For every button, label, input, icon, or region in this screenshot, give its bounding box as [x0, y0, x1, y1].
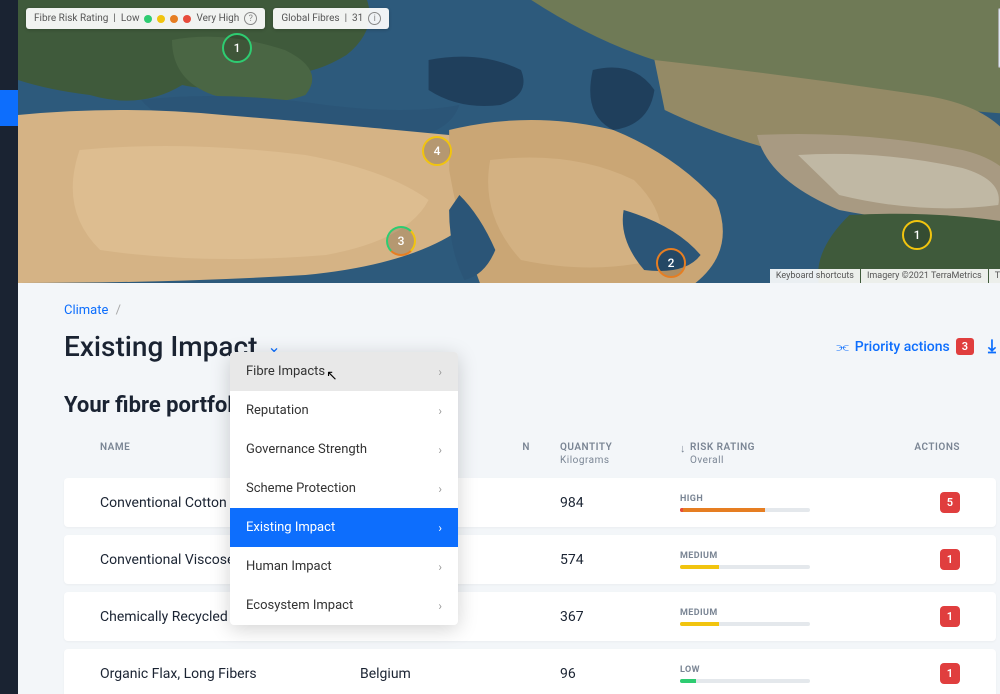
risk-label: MEDIUM	[680, 608, 860, 618]
legend-dot-orange	[170, 15, 178, 23]
download-icon[interactable]: ⤓	[988, 336, 996, 357]
legend-dot-green	[144, 15, 152, 23]
impact-dropdown[interactable]: Fibre Impacts›Reputation›Governance Stre…	[230, 352, 458, 625]
chevron-right-icon: ›	[438, 521, 442, 535]
chevron-right-icon: ›	[438, 404, 442, 418]
dropdown-item-label: Scheme Protection	[246, 481, 356, 496]
cell-actions: 1	[860, 606, 960, 627]
dropdown-item[interactable]: Governance Strength ›	[230, 430, 458, 469]
dropdown-item-label: Governance Strength	[246, 442, 367, 457]
spark-icon: ⫘	[836, 339, 849, 355]
table-header: NAME N QUANTITY Kilograms ↓ RISK RATING …	[64, 442, 996, 478]
dropdown-item[interactable]: Reputation ›	[230, 391, 458, 430]
info-icon[interactable]: ?	[244, 12, 257, 25]
action-count-badge[interactable]: 5	[940, 492, 960, 513]
priority-actions-link[interactable]: ⫘ Priority actions 3	[836, 338, 974, 355]
chevron-right-icon: ›	[438, 365, 442, 379]
legend-label: Fibre Risk Rating	[34, 13, 108, 24]
cell-actions: 5	[860, 492, 960, 513]
attrib-imagery: Imagery ©2021 TerraMetrics	[861, 269, 988, 283]
dropdown-item-label: Reputation	[246, 403, 309, 418]
th-risk[interactable]: ↓ RISK RATING Overall	[680, 442, 860, 466]
cell-actions: 1	[860, 549, 960, 570]
risk-label: LOW	[680, 665, 860, 675]
cell-risk: MEDIUM	[680, 608, 860, 626]
map-marker[interactable]: 1	[222, 33, 252, 63]
risk-label: HIGH	[680, 494, 860, 504]
chevron-right-icon: ›	[438, 599, 442, 613]
table-row[interactable]: Conventional Viscose,574MEDIUM1	[64, 535, 996, 584]
chevron-right-icon: ›	[438, 560, 442, 574]
dropdown-item[interactable]: Human Impact ›	[230, 547, 458, 586]
legend-dot-red	[183, 15, 191, 23]
map-marker[interactable]: 1	[902, 220, 932, 250]
map-marker[interactable]: 3	[386, 226, 416, 256]
map-marker[interactable]: 2	[656, 248, 686, 278]
priority-label: Priority actions	[855, 339, 950, 355]
cell-quantity: 984	[560, 495, 680, 511]
risk-bar	[680, 565, 810, 569]
th-risk-sub: Overall	[690, 455, 755, 466]
dropdown-item[interactable]: Existing Impact ›	[230, 508, 458, 547]
cell-name: Organic Flax, Long Fibers	[100, 666, 360, 682]
risk-bar	[680, 679, 810, 683]
cell-origin: Belgium	[360, 666, 560, 682]
cell-risk: HIGH	[680, 494, 860, 512]
cell-quantity: 574	[560, 552, 680, 568]
info-icon[interactable]: i	[368, 12, 381, 25]
table-row[interactable]: Organic Flax, Long FibersBelgium96LOW 1	[64, 649, 996, 694]
global-fibres-label: Global Fibres	[281, 13, 339, 24]
dropdown-item[interactable]: Ecosystem Impact ›	[230, 586, 458, 625]
cell-actions: 1	[860, 663, 960, 684]
action-count-badge[interactable]: 1	[940, 606, 960, 627]
map-marker[interactable]: 4	[422, 136, 452, 166]
dropdown-item[interactable]: Scheme Protection ›	[230, 469, 458, 508]
legend-veryhigh: Very High	[196, 13, 239, 24]
breadcrumb: Climate /	[64, 303, 996, 318]
attrib-terms[interactable]: Terms	[989, 269, 1000, 283]
action-count-badge[interactable]: 1	[940, 549, 960, 570]
nav-active-indicator[interactable]	[0, 90, 18, 126]
section-title: Your fibre portfolio	[64, 393, 996, 418]
dropdown-item-label: Human Impact	[246, 559, 332, 574]
chevron-right-icon: ›	[438, 443, 442, 457]
legend-dot-yellow	[157, 15, 165, 23]
dropdown-item-label: Existing Impact	[246, 520, 335, 535]
cell-quantity: 367	[560, 609, 680, 625]
dropdown-item[interactable]: Fibre Impacts ›	[230, 352, 458, 391]
priority-count-badge: 3	[956, 338, 974, 355]
dropdown-item-label: Fibre Impacts	[246, 364, 325, 379]
dropdown-item-label: Ecosystem Impact	[246, 598, 353, 613]
chevron-right-icon: ›	[438, 482, 442, 496]
breadcrumb-link[interactable]: Climate	[64, 303, 108, 318]
risk-bar	[680, 622, 810, 626]
action-count-badge[interactable]: 1	[940, 663, 960, 684]
table-row[interactable]: Conventional Cotton984HIGH5	[64, 478, 996, 527]
sort-down-icon: ↓	[680, 442, 686, 455]
map-attribution: Keyboard shortcuts Imagery ©2021 TerraMe…	[770, 269, 1000, 283]
attrib-shortcuts[interactable]: Keyboard shortcuts	[770, 269, 860, 283]
global-fibres-chip: Global Fibres | 31 i	[273, 8, 389, 29]
risk-bar	[680, 508, 810, 512]
cell-risk: MEDIUM	[680, 551, 860, 569]
table-row[interactable]: Chemically Recycled Polyester (GRS)China…	[64, 592, 996, 641]
risk-legend-chip: Fibre Risk Rating | Low Very High ?	[26, 8, 265, 29]
th-actions[interactable]: ACTIONS	[860, 442, 960, 466]
left-nav-rail	[0, 0, 18, 694]
th-quantity-sub: Kilograms	[560, 455, 680, 466]
breadcrumb-sep: /	[116, 303, 121, 318]
cell-risk: LOW	[680, 665, 860, 683]
global-fibres-count: 31	[352, 13, 363, 24]
th-quantity[interactable]: QUANTITY Kilograms	[560, 442, 680, 466]
map-viewport[interactable]: Fibre Risk Rating | Low Very High ? Glob…	[18, 0, 1000, 283]
page-title-text: Existing Impact	[64, 330, 257, 363]
risk-label: MEDIUM	[680, 551, 860, 561]
cell-quantity: 96	[560, 666, 680, 682]
legend-low: Low	[121, 13, 140, 24]
map-terrain	[18, 0, 1000, 283]
